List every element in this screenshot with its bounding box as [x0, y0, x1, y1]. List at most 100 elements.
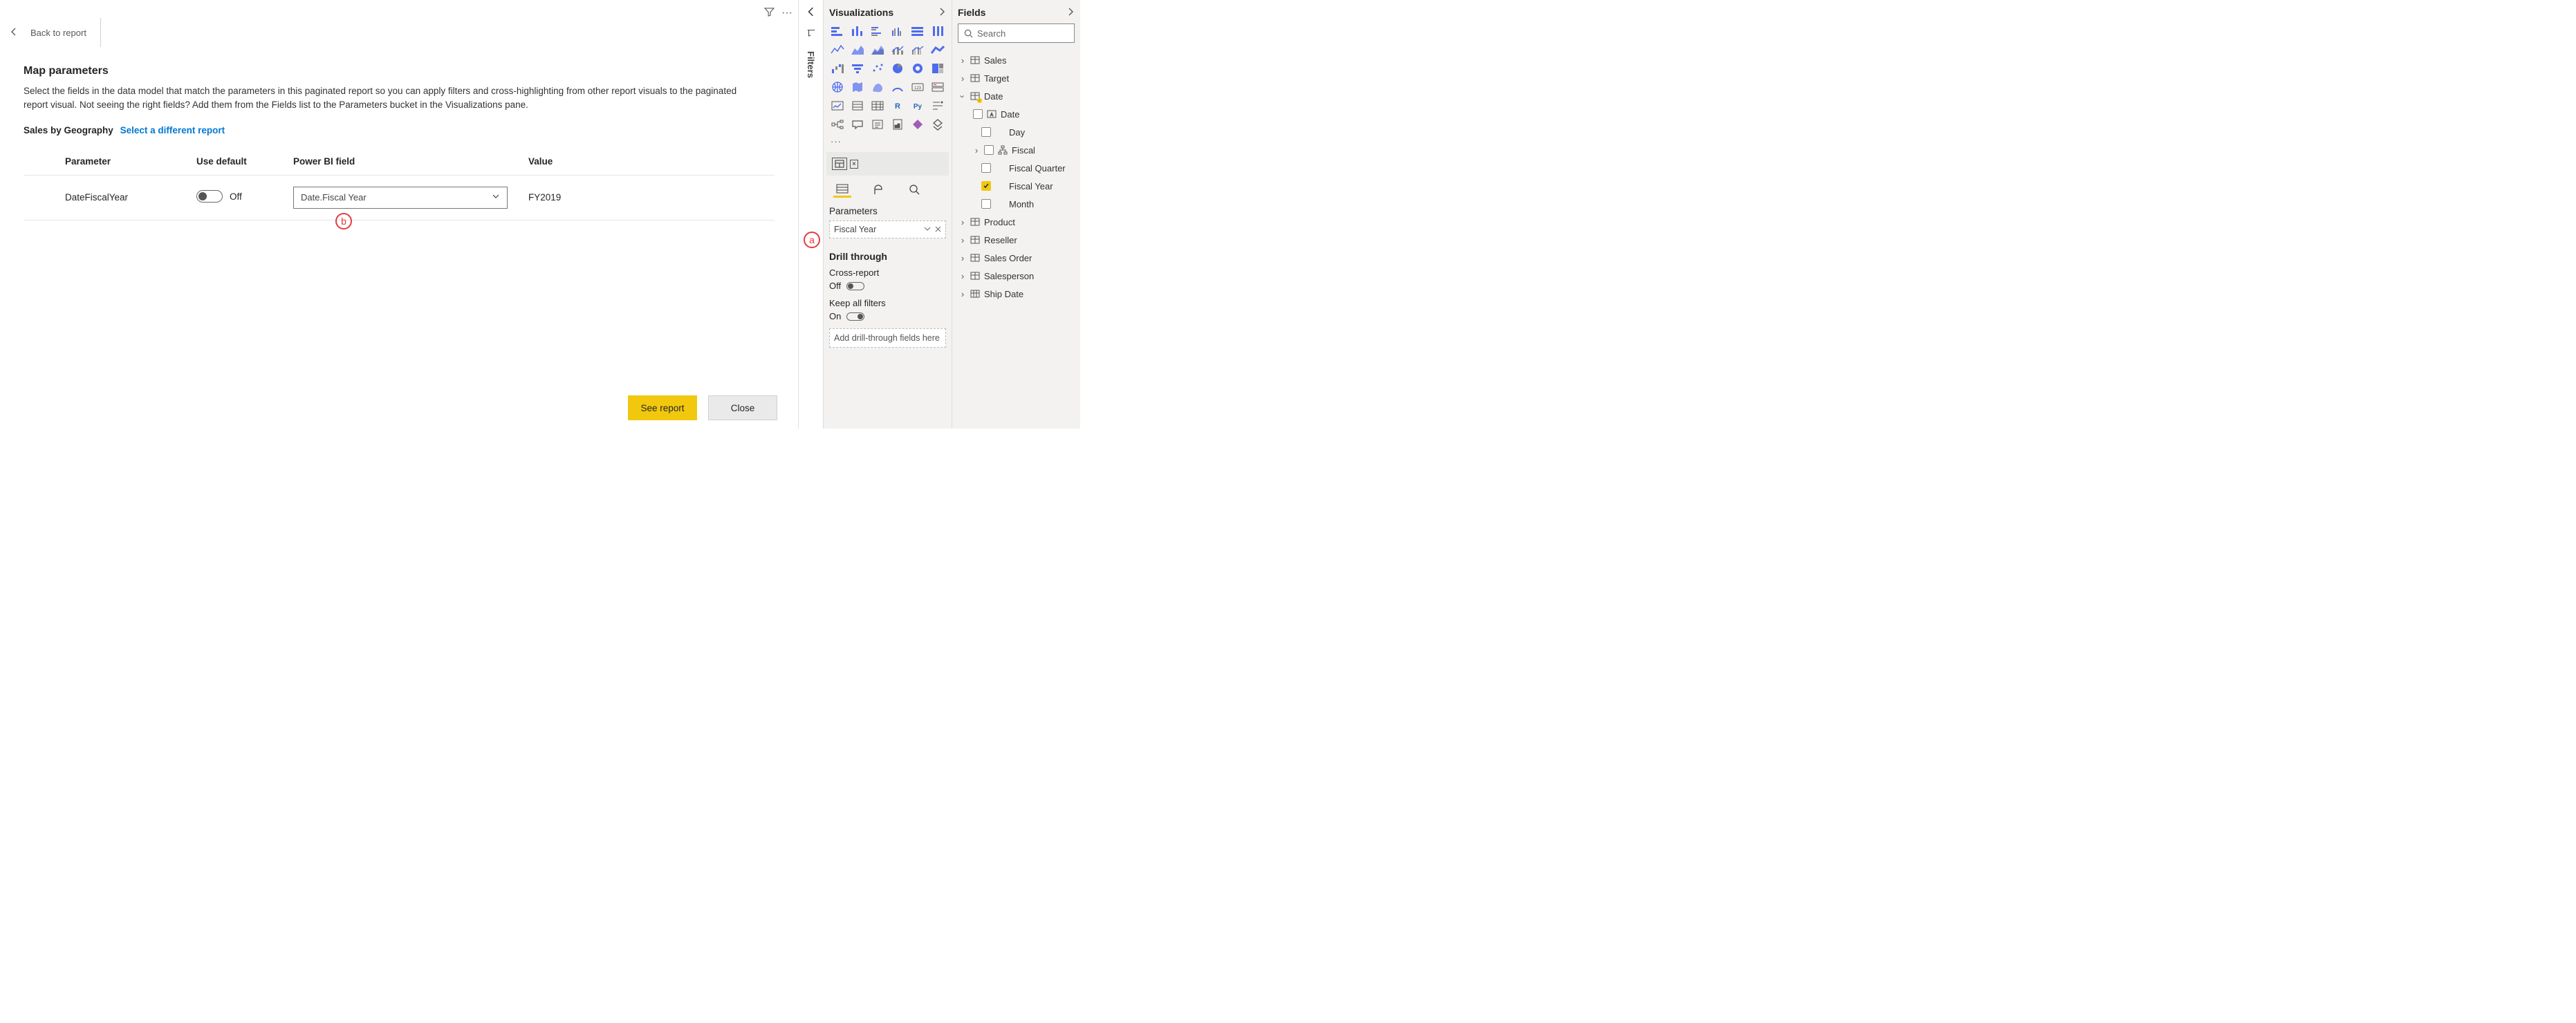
- viz-stacked-bar-icon[interactable]: [829, 24, 846, 39]
- date-field-fiscal-quarter[interactable]: Fiscal Quarter: [958, 159, 1075, 177]
- close-button[interactable]: Close: [708, 395, 777, 420]
- table-icon: [970, 271, 980, 281]
- fq-label: Fiscal Quarter: [1009, 163, 1066, 173]
- keep-filters-toggle[interactable]: On: [829, 311, 946, 321]
- date-field-fiscal[interactable]: › Fiscal: [958, 141, 1075, 159]
- date-field-day[interactable]: Day: [958, 123, 1075, 141]
- back-link[interactable]: Back to report: [30, 28, 86, 38]
- header: Back to report: [0, 0, 798, 65]
- target-table[interactable]: › Target: [958, 69, 1075, 87]
- sales-order-table[interactable]: › Sales Order: [958, 249, 1075, 267]
- viz-overflow[interactable]: ···: [831, 136, 946, 147]
- parameters-table: Parameter Use default Power BI field Val…: [24, 148, 775, 220]
- checkbox[interactable]: [981, 163, 991, 173]
- checkbox[interactable]: [981, 199, 991, 209]
- viz-kpi-icon[interactable]: [829, 98, 846, 113]
- date-field-month[interactable]: Month: [958, 195, 1075, 213]
- search-input[interactable]: Search: [958, 24, 1075, 43]
- viz-python-icon[interactable]: Py: [909, 98, 926, 113]
- target-label: Target: [984, 73, 1009, 84]
- salesperson-table[interactable]: › Salesperson: [958, 267, 1075, 285]
- remove-field-icon[interactable]: [935, 225, 941, 234]
- analytics-mode-tab[interactable]: [905, 181, 923, 198]
- drill-drop-target[interactable]: Add drill-through fields here: [829, 328, 946, 348]
- viz-card-icon[interactable]: 123: [909, 79, 926, 95]
- format-mode-tab[interactable]: [869, 181, 887, 198]
- description: Select the fields in the data model that…: [24, 84, 763, 113]
- product-table[interactable]: › Product: [958, 213, 1075, 231]
- select-different-link[interactable]: Select a different report: [120, 125, 225, 135]
- viz-treemap-icon[interactable]: [929, 61, 946, 76]
- use-default-toggle[interactable]: Off: [196, 190, 242, 203]
- back-chevron-icon[interactable]: [10, 28, 18, 38]
- viz-waterfall-icon[interactable]: [829, 61, 846, 76]
- col-value: Value: [528, 148, 775, 176]
- callout-b: b: [335, 213, 352, 229]
- chevron-left-icon[interactable]: [806, 7, 816, 19]
- viz-multi-card-icon[interactable]: [929, 79, 946, 95]
- viz-stacked-area-icon[interactable]: [869, 42, 886, 57]
- viz-clustered-column-icon[interactable]: [889, 24, 906, 39]
- viz-filled-map-icon[interactable]: [849, 79, 866, 95]
- checkbox-checked[interactable]: [981, 181, 991, 191]
- viz-clustered-bar-icon[interactable]: [869, 24, 886, 39]
- viz-import-icon[interactable]: [929, 117, 946, 132]
- viz-ribbon-icon[interactable]: [929, 42, 946, 57]
- pbi-field-dropdown[interactable]: Date.Fiscal Year: [293, 187, 508, 209]
- viz-shape-map-icon[interactable]: [869, 79, 886, 95]
- viz-r-icon[interactable]: R: [889, 98, 906, 113]
- viz-table-icon[interactable]: [869, 98, 886, 113]
- sales-order-label: Sales Order: [984, 253, 1032, 263]
- date-field-day-label: Day: [1009, 127, 1025, 138]
- viz-pie-icon[interactable]: [889, 61, 906, 76]
- see-report-button[interactable]: See report: [628, 395, 697, 420]
- viz-map-icon[interactable]: [829, 79, 846, 95]
- viz-line-stacked-column-icon[interactable]: [889, 42, 906, 57]
- viz-smart-narrative-icon[interactable]: [869, 117, 886, 132]
- viz-powerapps-icon[interactable]: [909, 117, 926, 132]
- viz-funnel-icon[interactable]: [849, 61, 866, 76]
- chevron-right-icon: ›: [959, 235, 966, 245]
- viz-donut-icon[interactable]: [909, 61, 926, 76]
- chevron-right-icon[interactable]: [1066, 7, 1075, 18]
- viz-100stacked-column-icon[interactable]: [929, 24, 946, 39]
- date-field-fiscal-year[interactable]: Fiscal Year: [958, 177, 1075, 195]
- checkbox[interactable]: [984, 145, 994, 155]
- checkbox[interactable]: [973, 109, 983, 119]
- viz-stacked-column-icon[interactable]: [849, 24, 866, 39]
- viz-line-cluster-column-icon[interactable]: [909, 42, 926, 57]
- chevron-right-icon[interactable]: [938, 7, 946, 18]
- more-icon[interactable]: ···: [781, 10, 793, 16]
- viz-paginated-icon[interactable]: [889, 117, 906, 132]
- cross-report-toggle[interactable]: Off: [829, 281, 946, 291]
- ship-date-table[interactable]: › Ship Date: [958, 285, 1075, 303]
- chevron-down-icon: [492, 192, 500, 203]
- filter-icon[interactable]: [764, 7, 775, 19]
- chevron-down-icon[interactable]: [924, 225, 931, 234]
- viz-area-icon[interactable]: [849, 42, 866, 57]
- viz-key-influencers-icon[interactable]: [929, 98, 946, 113]
- reseller-table[interactable]: › Reseller: [958, 231, 1075, 249]
- viz-scatter-icon[interactable]: [869, 61, 886, 76]
- keep-filters-value: On: [829, 311, 841, 321]
- col-use-default: Use default: [196, 148, 293, 176]
- date-field-date[interactable]: A Date: [958, 105, 1075, 123]
- date-field-fiscal-label: Fiscal: [1012, 145, 1035, 156]
- viz-line-icon[interactable]: [829, 42, 846, 57]
- filters-rail[interactable]: Filters: [798, 0, 823, 429]
- search-placeholder: Search: [977, 28, 1006, 39]
- viz-slicer-icon[interactable]: [849, 98, 866, 113]
- cell-parameter: DateFiscalYear: [24, 175, 196, 220]
- viz-qna-icon[interactable]: [849, 117, 866, 132]
- viz-100stacked-bar-icon[interactable]: [909, 24, 926, 39]
- parameters-section-title: Parameters: [829, 206, 946, 216]
- fields-mode-tab[interactable]: [833, 181, 851, 198]
- sales-table[interactable]: › Sales: [958, 51, 1075, 69]
- viz-decomposition-icon[interactable]: [829, 117, 846, 132]
- report-subtitle: Sales by Geography Select a different re…: [24, 125, 775, 135]
- viz-gauge-icon[interactable]: [889, 79, 906, 95]
- build-icon[interactable]: [832, 158, 847, 170]
- date-table[interactable]: › ✓ Date: [958, 87, 1075, 105]
- checkbox[interactable]: [981, 127, 991, 137]
- parameters-well[interactable]: Fiscal Year: [829, 220, 946, 238]
